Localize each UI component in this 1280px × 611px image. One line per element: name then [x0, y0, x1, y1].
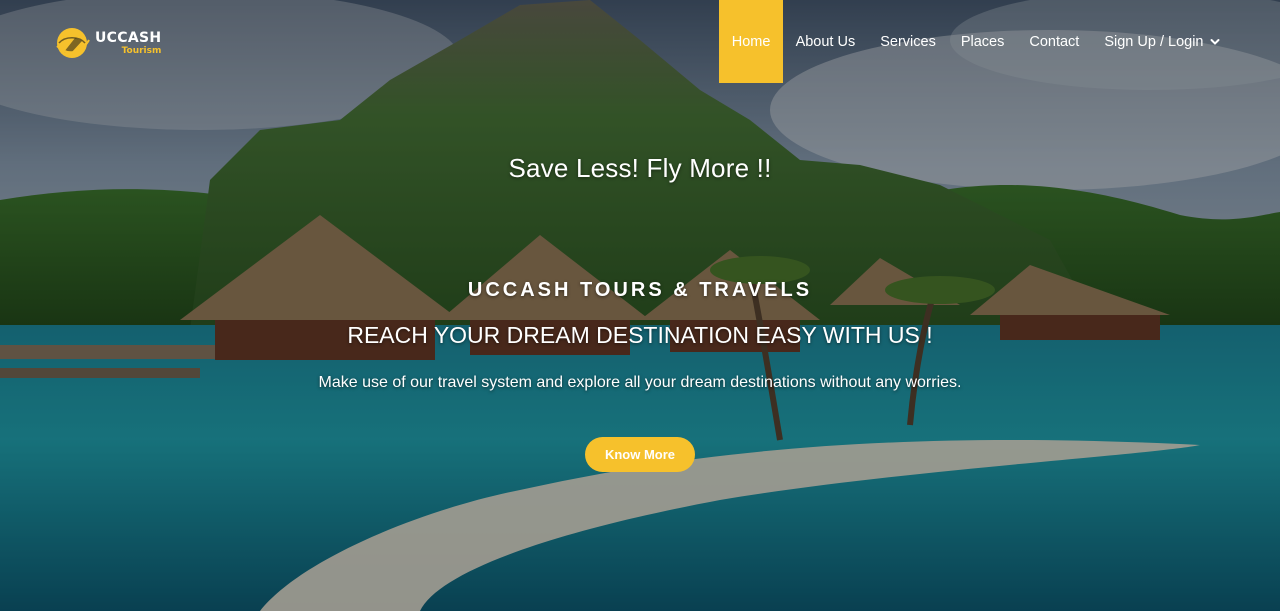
- hero-company-name: UCCASH TOURS & TRAVELS: [467, 279, 813, 301]
- hero-tagline: Save Less! Fly More !!: [508, 153, 772, 183]
- nav-about-us[interactable]: About Us: [783, 0, 868, 83]
- hero-description: Make use of our travel system and explor…: [318, 374, 962, 391]
- nav-contact[interactable]: Contact: [1017, 0, 1092, 83]
- hero-section: UCCASH Tourism Home About Us Services Pl…: [0, 0, 1280, 611]
- nav-signup-login[interactable]: Sign Up / Login: [1092, 0, 1232, 83]
- main-nav: Home About Us Services Places Contact Si…: [719, 0, 1232, 83]
- dark-overlay: [0, 0, 1280, 611]
- nav-services[interactable]: Services: [868, 0, 949, 83]
- logo-title: UCCASH: [95, 29, 162, 46]
- logo-subtitle: Tourism: [121, 45, 162, 56]
- hero-headline: REACH YOUR DREAM DESTINATION EASY WITH U…: [347, 322, 933, 348]
- chevron-down-icon: [1210, 38, 1219, 45]
- nav-signup-login-label: Sign Up / Login: [1104, 33, 1204, 50]
- know-more-button[interactable]: Know More: [585, 437, 695, 472]
- top-navbar: UCCASH Tourism Home About Us Services Pl…: [0, 0, 1280, 83]
- nav-places[interactable]: Places: [948, 0, 1017, 83]
- globe-icon: [56, 28, 90, 58]
- cta-container: Know More: [0, 437, 1280, 472]
- brand-logo[interactable]: UCCASH Tourism: [55, 26, 161, 60]
- nav-home[interactable]: Home: [719, 0, 784, 83]
